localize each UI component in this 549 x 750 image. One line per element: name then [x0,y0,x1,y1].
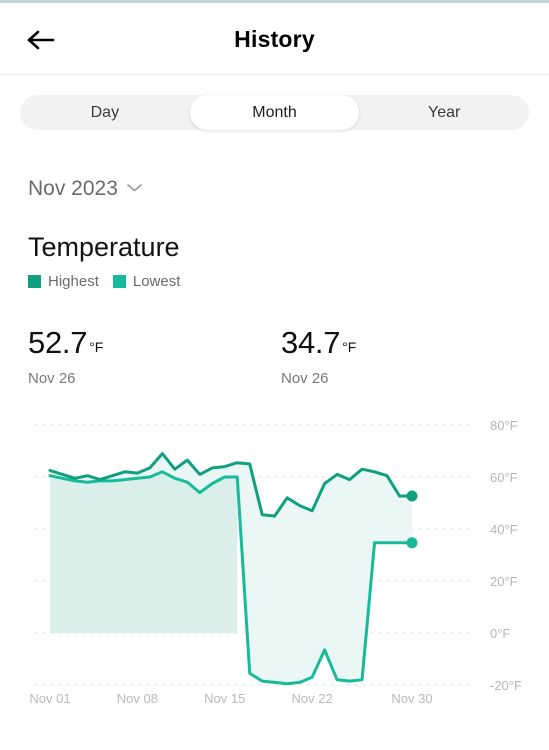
month-selector-label: Nov 2023 [28,177,118,200]
series-area-fill [50,471,238,633]
chart-legend: Highest Lowest [28,273,180,290]
x-axis-tick-label: Nov 22 [292,691,333,706]
endpoint-marker-highest [406,490,418,502]
stat-highest: 52.7 °F Nov 26 [28,325,103,387]
x-axis-tick-label: Nov 15 [204,691,245,706]
metric-title: Temperature [28,232,180,262]
history-screen: History Day Month Year Nov 2023 Temperat… [0,0,549,750]
period-segmented-control: Day Month Year [20,95,529,130]
x-axis-tick-label: Nov 01 [29,691,70,706]
tab-year[interactable]: Year [359,95,529,130]
y-axis-tick-label: -20°F [490,678,522,693]
legend-swatch-lowest [112,275,126,288]
stat-highest-unit: °F [89,339,104,355]
y-axis-tick-label: 40°F [490,522,518,537]
legend-item-lowest: Lowest [112,273,181,290]
stat-lowest: 34.7 °F Nov 26 [281,325,356,387]
legend-swatch-highest [28,275,41,288]
stat-lowest-value-row: 34.7 °F [281,325,356,361]
app-header: History [0,3,549,75]
stat-highest-date: Nov 26 [28,370,76,387]
legend-label-lowest: Lowest [132,273,181,290]
x-axis-tick-label: Nov 30 [391,691,432,706]
stat-highest-value: 52.7 [28,325,88,360]
tab-month[interactable]: Month [189,95,360,130]
month-selector[interactable]: Nov 2023 [28,177,143,201]
y-axis-tick-label: 80°F [490,418,518,433]
y-axis-tick-label: 20°F [490,574,518,589]
chart-canvas: 80°F 60°F 40°F 20°F 0°F -20°F Nov 01 Nov 08 Nov … [29,418,522,706]
endpoint-marker-lowest [406,537,418,549]
legend-label-highest: Highest [48,273,99,290]
temperature-history-chart[interactable]: 80°F 60°F 40°F 20°F 0°F -20°F Nov 01 Nov 08 Nov … [0,405,549,715]
stat-lowest-date: Nov 26 [281,370,329,387]
tab-day[interactable]: Day [20,95,190,130]
page-title: History [234,25,315,52]
stat-summary: 52.7 °F Nov 26 34.7 °F Nov 26 [0,325,549,395]
legend-item-highest: Highest [28,273,99,290]
chevron-down-icon [126,180,143,198]
stat-lowest-unit: °F [342,339,357,355]
stat-highest-value-row: 52.7 °F [28,325,103,361]
y-axis-tick-label: 60°F [490,470,518,485]
stat-lowest-value: 34.7 [281,325,341,360]
y-axis-tick-label: 0°F [490,626,510,641]
x-axis-tick-label: Nov 08 [117,691,158,706]
